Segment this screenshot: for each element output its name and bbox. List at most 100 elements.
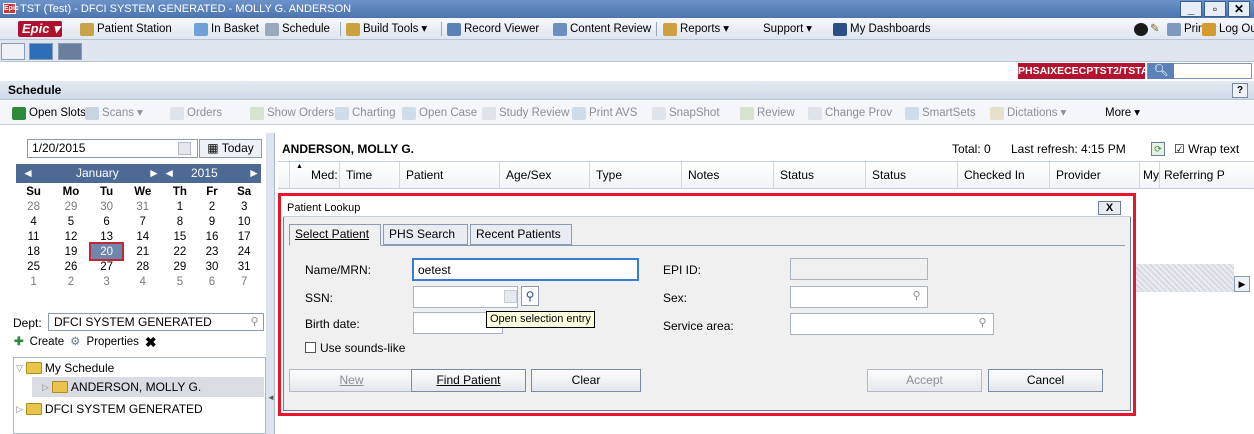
- calendar-day[interactable]: 7: [122, 214, 163, 229]
- calendar-day[interactable]: 5: [51, 214, 91, 229]
- computer-icon[interactable]: [29, 43, 53, 60]
- smartsets-button[interactable]: SmartSets: [905, 101, 976, 125]
- print-avs-button[interactable]: Print AVS: [572, 101, 637, 125]
- epic-menu-button[interactable]: Epic ▾: [18, 21, 62, 37]
- calendar-day[interactable]: 8: [163, 214, 197, 229]
- calendar-day[interactable]: 1: [16, 274, 51, 289]
- calendar-day[interactable]: 29: [163, 259, 197, 274]
- calendar-day[interactable]: 28: [122, 259, 163, 274]
- calendar-day[interactable]: 14: [122, 229, 163, 244]
- calendar-day[interactable]: 2: [51, 274, 91, 289]
- menu-content-review[interactable]: Content Review: [553, 18, 651, 40]
- calendar-day[interactable]: 17: [227, 229, 261, 244]
- calendar-day[interactable]: 31: [122, 199, 163, 214]
- tree-item-my-schedule[interactable]: ▽ My Schedule: [16, 358, 114, 378]
- calendar-day[interactable]: 23: [197, 244, 228, 259]
- dept-input[interactable]: DFCI SYSTEM GENERATED: [48, 313, 264, 331]
- calendar-day[interactable]: 11: [16, 229, 51, 244]
- sex-input[interactable]: [790, 286, 928, 308]
- charting-button[interactable]: Charting: [335, 101, 395, 125]
- prev-month-icon[interactable]: ◄: [22, 164, 34, 183]
- column-header-status-2[interactable]: Status: [866, 162, 958, 189]
- sounds-like-checkbox[interactable]: Use sounds-like: [305, 340, 405, 356]
- column-header-med[interactable]: Med:: [306, 162, 340, 189]
- calendar-day[interactable]: 4: [16, 214, 51, 229]
- tree-item-dept[interactable]: ▷ DFCI SYSTEM GENERATED: [16, 399, 203, 419]
- calendar-day[interactable]: 28: [16, 199, 51, 214]
- column-header-checked-in[interactable]: Checked In: [958, 162, 1050, 189]
- dialog-close-button[interactable]: X: [1098, 201, 1121, 215]
- menu-record-viewer[interactable]: Record Viewer: [447, 18, 539, 40]
- globe-icon[interactable]: [1134, 18, 1148, 40]
- calendar-icon[interactable]: [178, 142, 191, 155]
- calendar-day[interactable]: 25: [16, 259, 51, 274]
- menu-build-tools[interactable]: Build Tools ▾: [346, 18, 427, 40]
- properties-button[interactable]: Properties: [86, 334, 138, 350]
- accept-button[interactable]: Accept: [867, 369, 982, 392]
- column-header-patient[interactable]: Patient: [400, 162, 500, 189]
- calendar-day[interactable]: 30: [197, 259, 228, 274]
- service-area-search-icon[interactable]: ⚲: [976, 317, 989, 330]
- calendar-day[interactable]: 18: [16, 244, 51, 259]
- calendar-day[interactable]: 31: [227, 259, 261, 274]
- name-mrn-input[interactable]: oetest: [412, 258, 639, 281]
- column-header-my[interactable]: My: [1140, 162, 1160, 189]
- sex-search-icon[interactable]: ⚲: [910, 290, 923, 303]
- schedule-tab-icon[interactable]: [58, 43, 82, 60]
- calendar-day[interactable]: 19: [51, 244, 91, 259]
- review-button[interactable]: Review: [740, 101, 795, 125]
- column-header-status[interactable]: Status: [774, 162, 866, 189]
- panel-splitter[interactable]: ◄: [266, 133, 275, 434]
- calendar-day[interactable]: 21: [122, 244, 163, 259]
- orders-button[interactable]: Orders: [170, 101, 222, 125]
- calendar-day[interactable]: 13: [91, 229, 123, 244]
- column-header-type[interactable]: Type: [590, 162, 682, 189]
- more-button[interactable]: More ▾: [1105, 101, 1140, 125]
- column-header-age-sex[interactable]: Age/Sex: [500, 162, 590, 189]
- next-year-icon[interactable]: ►: [248, 164, 260, 183]
- scroll-right-button[interactable]: ▶: [1234, 276, 1250, 292]
- today-button[interactable]: ▦ Today: [199, 139, 262, 158]
- create-button[interactable]: Create: [30, 334, 65, 350]
- calendar-day[interactable]: 24: [227, 244, 261, 259]
- tab-recent-patients[interactable]: Recent Patients: [470, 224, 572, 245]
- menu-log-out[interactable]: Log Out ▾: [1202, 18, 1254, 40]
- scans-button[interactable]: Scans ▾: [85, 101, 143, 125]
- minimize-button[interactable]: _: [1180, 1, 1202, 17]
- menu-my-dashboards[interactable]: My Dashboards: [833, 18, 931, 40]
- column-header-provider[interactable]: Provider: [1050, 162, 1140, 189]
- open-case-button[interactable]: Open Case: [402, 101, 477, 125]
- menu-patient-station[interactable]: Patient Station: [80, 18, 172, 40]
- screen-icon[interactable]: [1, 43, 25, 60]
- clear-button[interactable]: Clear: [531, 369, 641, 392]
- open-slots-button[interactable]: Open Slots: [12, 101, 86, 125]
- calendar-day[interactable]: 27: [91, 259, 123, 274]
- calendar-day[interactable]: 7: [227, 274, 261, 289]
- calendar-day[interactable]: 26: [51, 259, 91, 274]
- help-button[interactable]: ?: [1232, 83, 1248, 98]
- calendar-day[interactable]: 6: [91, 214, 123, 229]
- close-window-button[interactable]: ✕: [1228, 1, 1250, 17]
- pen-icon[interactable]: ✎: [1150, 18, 1160, 40]
- calendar-day[interactable]: 30: [91, 199, 123, 214]
- search-input[interactable]: 🔍︎: [1147, 63, 1252, 79]
- calendar-day[interactable]: 3: [227, 199, 261, 214]
- tab-phs-search[interactable]: PHS Search: [383, 224, 468, 245]
- calendar-day[interactable]: 6: [197, 274, 228, 289]
- dept-search-icon[interactable]: ⚲: [248, 316, 261, 329]
- calendar-day-selected[interactable]: 20: [88, 242, 125, 261]
- new-button[interactable]: New: [289, 369, 414, 392]
- calendar-day[interactable]: 2: [197, 199, 228, 214]
- change-prov-button[interactable]: Change Prov: [808, 101, 892, 125]
- calendar-day[interactable]: 9: [197, 214, 228, 229]
- calendar-day[interactable]: 16: [197, 229, 228, 244]
- collapse-icon[interactable]: ▽: [16, 358, 23, 378]
- dictations-button[interactable]: Dictations ▾: [990, 101, 1066, 125]
- calendar-day[interactable]: 4: [122, 274, 163, 289]
- service-area-input[interactable]: [790, 313, 994, 335]
- menu-reports[interactable]: Reports ▾: [663, 18, 729, 40]
- menu-schedule[interactable]: Schedule: [265, 18, 330, 40]
- cancel-button[interactable]: Cancel: [988, 369, 1103, 392]
- menu-support[interactable]: Support ▾: [763, 18, 812, 40]
- column-header-time[interactable]: Time: [340, 162, 400, 189]
